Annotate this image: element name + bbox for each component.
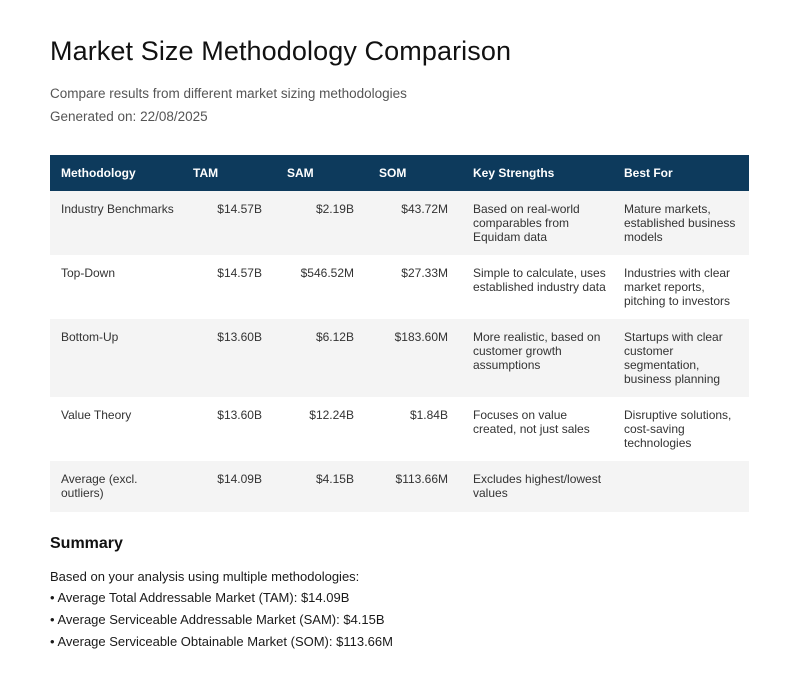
header-sam: SAM bbox=[287, 166, 314, 180]
cell-tam: $13.60B bbox=[217, 408, 262, 422]
cell-som: $43.72M bbox=[401, 202, 448, 216]
cell-tam: $14.09B bbox=[217, 472, 262, 486]
table-row-average: Average (excl. outliers) $14.09B $4.15B … bbox=[50, 461, 749, 512]
cell-best-for: Startups with clear customer segmentatio… bbox=[624, 330, 723, 386]
summary-list: • Average Total Addressable Market (TAM)… bbox=[50, 591, 393, 657]
cell-methodology: Industry Benchmarks bbox=[61, 202, 174, 216]
cell-methodology: Bottom-Up bbox=[61, 330, 119, 344]
cell-strengths: Excludes highest/lowest values bbox=[473, 472, 602, 500]
cell-best-for: Disruptive solutions, cost-saving techno… bbox=[624, 408, 732, 450]
page-title: Market Size Methodology Comparison bbox=[50, 36, 512, 66]
cell-methodology: Top-Down bbox=[61, 266, 116, 280]
cell-tam: $14.57B bbox=[217, 202, 262, 216]
table-row: Top-Down $14.57B $546.52M $27.33M Simple… bbox=[50, 255, 749, 319]
cell-sam: $546.52M bbox=[300, 266, 354, 280]
table-header-row: Methodology TAM SAM SOM Key Strengths Be… bbox=[50, 155, 749, 191]
cell-strengths: Focuses on value created, not just sales bbox=[473, 408, 590, 436]
cell-sam: $4.15B bbox=[315, 472, 354, 486]
page-subtitle: Compare results from different market si… bbox=[50, 86, 407, 101]
table-row: Industry Benchmarks $14.57B $2.19B $43.7… bbox=[50, 191, 749, 255]
cell-methodology: Average (excl. outliers) bbox=[61, 472, 138, 500]
header-methodology: Methodology bbox=[61, 166, 136, 180]
cell-best-for: Industries with clear market reports, pi… bbox=[624, 266, 731, 308]
table-row: Bottom-Up $13.60B $6.12B $183.60M More r… bbox=[50, 319, 749, 397]
cell-sam: $2.19B bbox=[315, 202, 354, 216]
summary-intro: Based on your analysis using multiple me… bbox=[50, 569, 360, 584]
cell-som: $183.60M bbox=[394, 330, 448, 344]
cell-tam: $13.60B bbox=[217, 330, 262, 344]
summary-item-tam: • Average Total Addressable Market (TAM)… bbox=[50, 590, 350, 605]
cell-strengths: Simple to calculate, uses established in… bbox=[473, 266, 606, 294]
table-row: Value Theory $13.60B $12.24B $1.84B Focu… bbox=[50, 397, 749, 461]
generated-date: Generated on: 22/08/2025 bbox=[50, 109, 208, 124]
header-best-for: Best For bbox=[624, 166, 673, 180]
cell-best-for bbox=[613, 461, 749, 512]
cell-sam: $6.12B bbox=[315, 330, 354, 344]
cell-som: $113.66M bbox=[395, 472, 448, 486]
cell-som: $1.84B bbox=[409, 408, 448, 422]
cell-sam: $12.24B bbox=[309, 408, 354, 422]
summary-heading: Summary bbox=[50, 535, 123, 552]
cell-strengths: Based on real-world comparables from Equ… bbox=[473, 202, 580, 244]
header-tam: TAM bbox=[193, 166, 219, 180]
summary-item-sam: • Average Serviceable Addressable Market… bbox=[50, 612, 385, 627]
cell-tam: $14.57B bbox=[217, 266, 262, 280]
cell-best-for: Mature markets, established business mod… bbox=[624, 202, 736, 244]
cell-strengths: More realistic, based on customer growth… bbox=[473, 330, 601, 372]
header-som: SOM bbox=[379, 166, 407, 180]
cell-som: $27.33M bbox=[401, 266, 448, 280]
summary-item-som: • Average Serviceable Obtainable Market … bbox=[50, 634, 393, 649]
header-key-strengths: Key Strengths bbox=[473, 166, 555, 180]
methodology-comparison-table: Methodology TAM SAM SOM Key Strengths Be… bbox=[50, 155, 749, 512]
cell-methodology: Value Theory bbox=[61, 408, 132, 422]
